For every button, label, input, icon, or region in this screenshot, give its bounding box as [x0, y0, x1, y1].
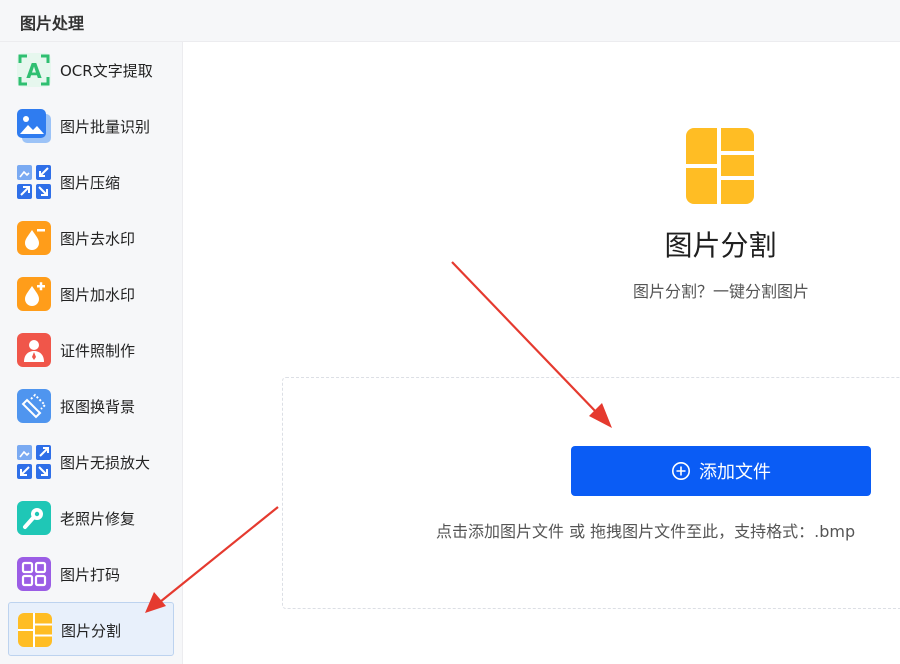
- sidebar-item-label: 图片去水印: [60, 230, 136, 248]
- sidebar-item-image-split[interactable]: 图片分割: [8, 602, 174, 656]
- sidebar-item-label: 图片压缩: [60, 174, 121, 192]
- cutout-background-icon: [17, 389, 51, 423]
- feature-subtitle: 图片分割？一键分割图片: [632, 282, 809, 301]
- sidebar-item-label: 老照片修复: [60, 510, 136, 528]
- feature-title: 图片分割: [664, 229, 777, 262]
- sidebar-item-batch-recognition[interactable]: 图片批量识别: [8, 99, 174, 153]
- main-panel: 图片分割 图片分割？一键分割图片 添加文件 点击添加图片文件 或 拖拽图片文件至…: [183, 42, 900, 664]
- add-watermark-icon: [17, 277, 51, 311]
- sidebar-item-label: 图片打码: [60, 566, 121, 584]
- sidebar-item-ocr[interactable]: A OCR文字提取: [8, 43, 174, 97]
- svg-text:A: A: [26, 59, 42, 83]
- compress-icon: [17, 165, 51, 199]
- sidebar-item-cutout[interactable]: 抠图换背景: [8, 379, 174, 433]
- add-file-button[interactable]: 添加文件: [571, 446, 871, 496]
- sidebar-item-remove-watermark[interactable]: 图片去水印: [8, 211, 174, 265]
- photo-restore-icon: [17, 501, 51, 535]
- image-split-icon: [686, 128, 754, 204]
- sidebar-item-label: OCR文字提取: [60, 62, 153, 80]
- sidebar-item-label: 证件照制作: [60, 342, 136, 360]
- image-split-icon: [18, 613, 52, 647]
- sidebar-item-label: 图片加水印: [60, 286, 136, 304]
- sidebar-item-lossless-enlarge[interactable]: 图片无损放大: [8, 435, 174, 489]
- sidebar-item-add-watermark[interactable]: 图片加水印: [8, 267, 174, 321]
- enlarge-icon: [17, 445, 51, 479]
- add-file-label: 添加文件: [699, 462, 771, 483]
- ocr-icon: A: [17, 53, 51, 87]
- sidebar-item-mosaic[interactable]: 图片打码: [8, 547, 174, 601]
- sidebar-item-label: 抠图换背景: [60, 398, 136, 416]
- sidebar-item-photo-restore[interactable]: 老照片修复: [8, 491, 174, 545]
- sidebar-item-compress[interactable]: 图片压缩: [8, 155, 174, 209]
- image-batch-icon: [17, 109, 51, 143]
- remove-watermark-icon: [17, 221, 51, 255]
- plus-circle-icon: [672, 462, 690, 480]
- top-header: 图片处理: [0, 0, 900, 42]
- upload-hint: 点击添加图片文件 或 拖拽图片文件至此，支持格式：.bmp: [436, 522, 856, 541]
- sidebar-item-id-photo[interactable]: 证件照制作: [8, 323, 174, 377]
- id-photo-icon: [17, 333, 51, 367]
- sidebar-item-label: 图片无损放大: [60, 454, 151, 472]
- sidebar-item-label: 图片分割: [61, 622, 122, 640]
- sidebar: A OCR文字提取 图片批量识别 图片压缩 图片去水印 图片加水印 证件照制作 …: [0, 42, 183, 664]
- sidebar-item-label: 图片批量识别: [60, 118, 151, 136]
- mosaic-icon: [17, 557, 51, 591]
- page-title: 图片处理: [20, 14, 85, 33]
